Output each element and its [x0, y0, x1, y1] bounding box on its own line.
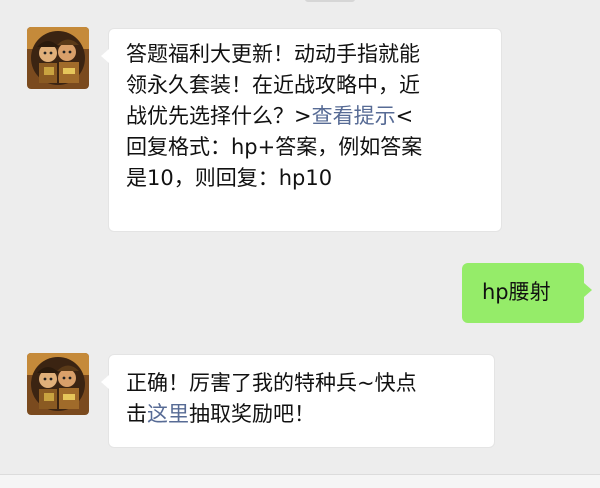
message-text: 战优先选择什么？>	[126, 104, 312, 128]
message-line: 回复格式：hp+答案，例如答案	[126, 135, 423, 159]
bot-avatar[interactable]	[27, 353, 89, 415]
user-message-bubble[interactable]: hp腰射	[462, 263, 592, 323]
message-line: 是10，则回复：hp10	[126, 166, 333, 190]
bot-avatar[interactable]	[27, 27, 89, 89]
bot-message-bubble[interactable]: 正确！厉害了我的特种兵~快点 击这里抽取奖励吧！	[101, 354, 495, 448]
click-here-link[interactable]: 这里	[147, 402, 189, 426]
message-line: 击这里抽取奖励吧！	[126, 399, 494, 430]
input-area[interactable]	[0, 475, 600, 488]
message-text: hp腰射	[482, 280, 551, 304]
message-line: 战优先选择什么？>查看提示<	[126, 101, 501, 132]
game-character-avatar-icon	[27, 27, 89, 89]
message-line: 答题福利大更新！动动手指就能	[126, 42, 420, 66]
view-hint-link[interactable]: 查看提示	[312, 104, 396, 128]
message-line: 领永久套装！在近战攻略中，近	[126, 73, 420, 97]
message-text: 抽取奖励吧！	[189, 402, 315, 426]
message-text: <	[395, 104, 414, 128]
scroll-top-indicator	[305, 0, 355, 2]
message-text: 击	[126, 402, 147, 426]
game-character-avatar-icon	[27, 353, 89, 415]
bot-message-bubble[interactable]: 答题福利大更新！动动手指就能 领永久套装！在近战攻略中，近 战优先选择什么？>查…	[101, 28, 502, 232]
message-line: 正确！厉害了我的特种兵~快点	[126, 371, 417, 395]
